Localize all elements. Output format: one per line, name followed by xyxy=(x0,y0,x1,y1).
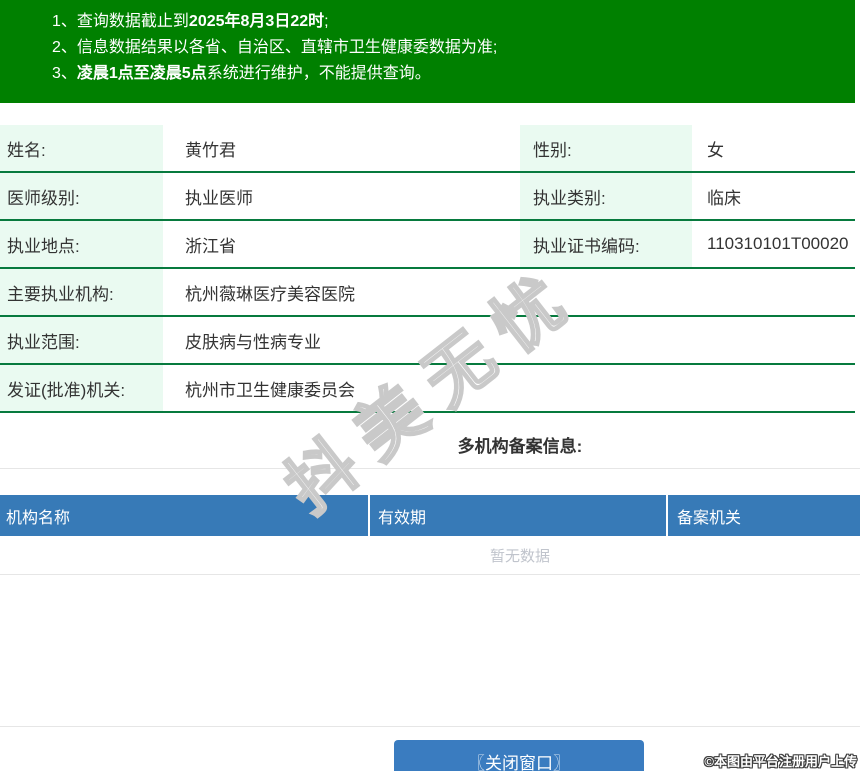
table-row-issuing-authority: 发证(批准)机关: 杭州市卫生健康委员会 xyxy=(0,365,855,413)
divider xyxy=(0,574,860,575)
field-label-main-institution: 主要执业机构: xyxy=(0,269,163,315)
field-label-certificate-code: 执业证书编码: xyxy=(520,221,692,267)
divider xyxy=(0,468,860,469)
field-value-practice-scope: 皮肤病与性病专业 xyxy=(163,317,855,363)
field-label-issuing-authority: 发证(批准)机关: xyxy=(0,365,163,411)
field-value-main-institution: 杭州薇琳医疗美容医院 xyxy=(163,269,855,315)
table-row-main-institution: 主要执业机构: 杭州薇琳医疗美容医院 xyxy=(0,269,855,317)
notice-line-number: 1、 xyxy=(52,13,77,30)
table-row-level-category: 医师级别: 执业医师 执业类别: 临床 xyxy=(0,173,855,221)
field-value-practice-category: 临床 xyxy=(692,173,855,219)
notice-text: 查询数据截止到 xyxy=(77,13,189,30)
field-value-gender: 女 xyxy=(692,125,855,171)
column-header-record-authority: 备案机关 xyxy=(668,495,860,536)
doctor-info-table: 姓名: 黄竹君 性别: 女 医师级别: 执业医师 执业类别: 临床 执业地点: … xyxy=(0,125,855,413)
notice-text: 系统进行维护，不能提供查询。 xyxy=(207,65,431,82)
field-label-doctor-level: 医师级别: xyxy=(0,173,163,219)
notice-line-2: 2、信息数据结果以各省、自治区、直辖市卫生健康委数据为准; xyxy=(52,35,855,61)
notice-line-number: 3、 xyxy=(52,65,77,82)
empty-data-placeholder: 暂无数据 xyxy=(0,547,860,567)
table-row-name-gender: 姓名: 黄竹君 性别: 女 xyxy=(0,125,855,173)
notice-line-3: 3、凌晨1点至凌晨5点系统进行维护，不能提供查询。 xyxy=(52,61,855,87)
table-row-practice-scope: 执业范围: 皮肤病与性病专业 xyxy=(0,317,855,365)
column-header-institution-name: 机构名称 xyxy=(0,495,370,536)
field-label-practice-location: 执业地点: xyxy=(0,221,163,267)
record-table-header: 机构名称 有效期 备案机关 xyxy=(0,495,860,536)
divider xyxy=(0,726,860,727)
notice-text: 信息数据结果以各省、自治区、直辖市卫生健康委数据为准; xyxy=(77,39,497,56)
field-value-name: 黄竹君 xyxy=(163,125,520,171)
column-header-validity-period: 有效期 xyxy=(370,495,668,536)
field-label-practice-scope: 执业范围: xyxy=(0,317,163,363)
field-label-gender: 性别: xyxy=(520,125,692,171)
doctor-registration-query-result-page: 1、查询数据截止到2025年8月3日22时; 2、信息数据结果以各省、自治区、直… xyxy=(0,0,860,771)
notice-banner: 1、查询数据截止到2025年8月3日22时; 2、信息数据结果以各省、自治区、直… xyxy=(0,0,855,103)
notice-text: ; xyxy=(324,13,328,30)
field-label-name: 姓名: xyxy=(0,125,163,171)
notice-line-1: 1、查询数据截止到2025年8月3日22时; xyxy=(52,9,855,35)
field-value-issuing-authority: 杭州市卫生健康委员会 xyxy=(163,365,855,411)
upload-credit-watermark: ©本图由平台注册用户上传 xyxy=(704,751,857,770)
close-window-button[interactable]: 〖关闭窗口〗 xyxy=(394,740,644,771)
multi-institution-section-title: 多机构备案信息: xyxy=(0,432,860,457)
notice-line-number: 2、 xyxy=(52,39,77,56)
notice-text-bold: 2025年8月3日22时 xyxy=(189,13,324,30)
table-row-location-certificate: 执业地点: 浙江省 执业证书编码: 110310101T00020 xyxy=(0,221,855,269)
field-value-practice-location: 浙江省 xyxy=(163,221,520,267)
field-value-doctor-level: 执业医师 xyxy=(163,173,520,219)
field-value-certificate-code: 110310101T00020 xyxy=(692,221,855,267)
notice-text-bold: 凌晨1点至凌晨5点 xyxy=(77,65,207,82)
field-label-practice-category: 执业类别: xyxy=(520,173,692,219)
